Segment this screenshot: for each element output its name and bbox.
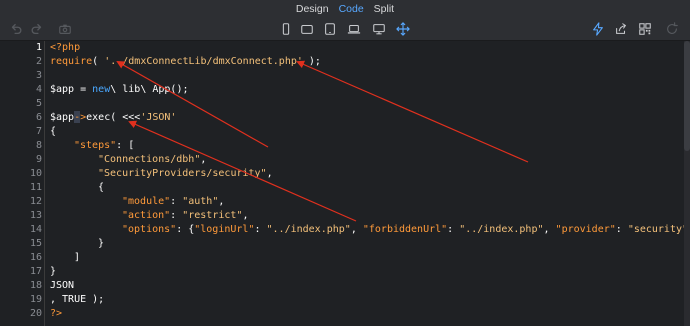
code-line-19: , TRUE );	[50, 294, 105, 305]
line-number: 7	[35, 126, 42, 137]
line-number: 16	[29, 252, 42, 263]
line-number: 12	[29, 196, 42, 207]
line-number: 18	[29, 280, 42, 291]
tablet-landscape-icon[interactable]	[299, 21, 315, 37]
desktop-icon[interactable]	[371, 21, 387, 37]
code-line-12: "module": "auth",	[122, 196, 225, 207]
line-number: 9	[35, 154, 42, 165]
line-number: 4	[35, 84, 42, 95]
code-line-16: ]	[74, 252, 81, 263]
code-line-15: }	[98, 238, 105, 249]
tab-design[interactable]: Design	[296, 3, 329, 15]
line-number: 8	[35, 140, 42, 151]
line-number: 13	[29, 210, 42, 221]
phone-icon[interactable]	[278, 21, 294, 37]
line-number: 5	[35, 98, 42, 109]
tab-split[interactable]: Split	[374, 3, 394, 15]
code-area[interactable]: <?php require( '../dmxConnectLib/dmxConn…	[50, 41, 690, 326]
line-number: 15	[29, 238, 42, 249]
qr-code-icon[interactable]	[637, 21, 653, 37]
code-line-20: ?>	[50, 308, 63, 319]
share-icon[interactable]	[613, 21, 629, 37]
code-line-14: "options": {"loginUrl": "../index.php", …	[122, 224, 690, 235]
redo-icon[interactable]	[29, 21, 45, 37]
code-line-10: "SecurityProviders/security",	[98, 168, 273, 179]
tablet-portrait-icon[interactable]	[322, 21, 338, 37]
line-number: 1	[35, 42, 42, 53]
code-line-7: {	[50, 126, 57, 137]
line-number: 3	[35, 70, 42, 81]
code-line-2: require( '../dmxConnectLib/dmxConnect.ph…	[50, 56, 321, 67]
view-tabs: Design Code Split	[0, 0, 690, 18]
refresh-icon[interactable]	[664, 21, 680, 37]
code-editor[interactable]: 1 2 3 4 5 6 7 8 9 10 11 12 13 14 15 16 1…	[0, 41, 690, 326]
line-number: 11	[29, 182, 42, 193]
vertical-scrollbar[interactable]	[684, 41, 690, 326]
code-line-18: JSON	[50, 280, 75, 291]
move-icon[interactable]	[395, 21, 411, 37]
require-path: '../dmxConnectLib/dmxConnect.php'	[104, 56, 303, 67]
undo-icon[interactable]	[8, 21, 24, 37]
code-line-9: "Connections/dbh",	[98, 154, 207, 165]
line-number: 2	[35, 56, 42, 67]
laptop-icon[interactable]	[346, 21, 362, 37]
code-line-8: "steps": [	[74, 140, 135, 151]
toolbar	[0, 18, 690, 41]
code-line-11: {	[98, 182, 105, 193]
line-number: 10	[29, 168, 42, 179]
line-number: 14	[29, 224, 42, 235]
scrollbar-thumb[interactable]	[684, 41, 690, 151]
lightning-icon[interactable]	[590, 21, 606, 37]
line-number: 17	[29, 266, 42, 277]
screenshot-icon[interactable]	[57, 21, 73, 37]
code-line-1: <?php	[50, 41, 80, 55]
line-number: 6	[35, 112, 42, 123]
code-line-17: }	[50, 266, 57, 277]
php-open-tag: <?php	[50, 42, 81, 53]
code-line-6: $app->exec( <<<'JSON'	[50, 111, 177, 123]
tab-code[interactable]: Code	[339, 3, 364, 15]
code-line-13: "action": "restrict",	[122, 210, 249, 221]
line-number-gutter: 1 2 3 4 5 6 7 8 9 10 11 12 13 14 15 16 1…	[0, 41, 45, 326]
line-number: 19	[29, 294, 42, 305]
code-line-4: $app = new\ lib\ App();	[50, 84, 189, 95]
line-number: 20	[29, 308, 42, 319]
